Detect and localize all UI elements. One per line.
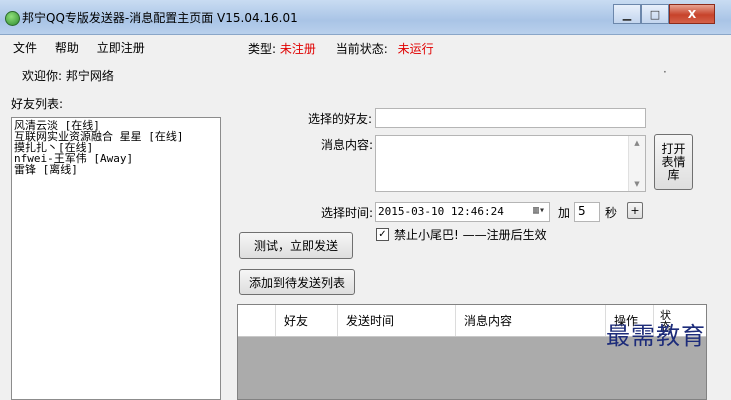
seconds-input[interactable]: 5	[574, 202, 600, 222]
column-header-message[interactable]: 消息内容	[455, 305, 605, 336]
minimize-button[interactable]: ▁	[613, 4, 641, 24]
emoji-library-button[interactable]: 打开表情库	[654, 134, 693, 190]
column-header-friend[interactable]: 好友	[275, 305, 337, 336]
add-label: 加	[558, 206, 571, 220]
friend-item[interactable]: 雷锋 [离线]	[14, 164, 220, 175]
message-label: 消息内容:	[321, 138, 374, 152]
menu-file[interactable]: 文件	[13, 41, 37, 55]
message-scrollbar[interactable]: ▲ ▼	[628, 136, 645, 191]
title-bar: 邦宁QQ专版发送器-消息配置主页面 V15.04.16.01 ▁ □ X	[0, 0, 731, 35]
message-textarea[interactable]: ▲ ▼	[375, 135, 646, 192]
welcome-text: 欢迎你: 邦宁网络	[22, 69, 114, 83]
seconds-unit: 秒	[605, 206, 618, 220]
menu-register[interactable]: 立即注册	[97, 41, 145, 55]
type-label: 类型:	[248, 42, 277, 56]
window-controls: ▁ □ X	[613, 4, 715, 24]
time-value: 2015-03-10 12:46:24	[378, 205, 504, 218]
time-label: 选择时间:	[321, 206, 374, 220]
app-icon	[5, 11, 20, 26]
maximize-button[interactable]: □	[641, 4, 669, 24]
column-header-blank	[238, 305, 275, 336]
state-label: 当前状态:	[335, 42, 388, 56]
selected-friend-label: 选择的好友:	[308, 112, 373, 126]
calendar-dropdown-icon[interactable]: ▥▾	[533, 205, 545, 216]
test-send-button[interactable]: 测试，立即发送	[239, 232, 353, 259]
watermark: 最需教育	[606, 322, 706, 350]
add-to-queue-button[interactable]: 添加到待发送列表	[239, 269, 355, 295]
menu-bar: 文件 帮助 立即注册	[13, 39, 159, 56]
friends-list[interactable]: 风清云淡 [在线] 互联网实业资源融合 星星 [在线] 摸扎扎丶[在线] nfw…	[11, 117, 221, 400]
status-bar: 类型: 未注册 当前状态: 未运行	[248, 40, 434, 57]
tail-checkbox-row[interactable]: ✓ 禁止小尾巴! ——注册后生效	[376, 226, 547, 243]
menu-help[interactable]: 帮助	[55, 41, 79, 55]
column-header-send-time[interactable]: 发送时间	[337, 305, 455, 336]
selected-friend-field[interactable]	[375, 108, 646, 128]
window-title: 邦宁QQ专版发送器-消息配置主页面 V15.04.16.01	[22, 11, 298, 25]
friends-list-label: 好友列表:	[11, 97, 64, 111]
status-dot: ·	[663, 65, 667, 79]
scroll-up-icon[interactable]: ▲	[629, 139, 645, 147]
datetime-picker[interactable]: 2015-03-10 12:46:24 ▥▾	[375, 202, 550, 222]
type-value: 未注册	[279, 42, 316, 56]
window-client-area: 文件 帮助 立即注册 类型: 未注册 当前状态: 未运行 欢迎你: 邦宁网络 ·…	[0, 35, 731, 400]
state-value: 未运行	[397, 42, 434, 56]
close-button[interactable]: X	[669, 4, 715, 24]
plus-button[interactable]: +	[627, 202, 643, 219]
tail-checkbox-label: 禁止小尾巴! ——注册后生效	[394, 228, 547, 242]
tail-checkbox[interactable]: ✓	[376, 228, 389, 241]
scroll-down-icon[interactable]: ▼	[629, 180, 645, 188]
